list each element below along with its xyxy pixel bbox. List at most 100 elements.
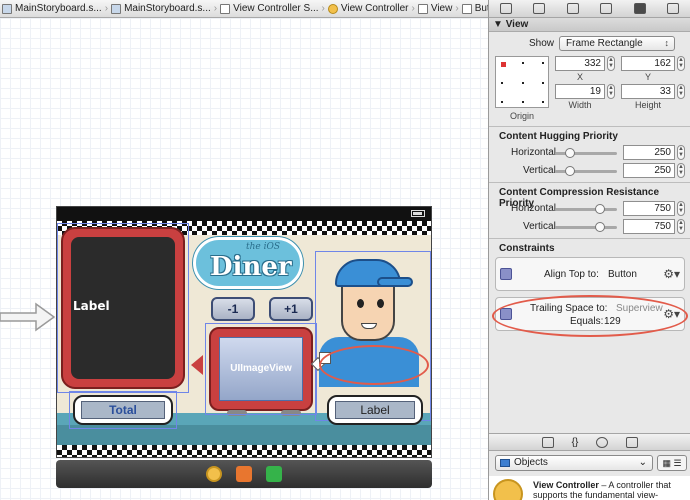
slider-knob[interactable] bbox=[595, 204, 605, 214]
x-stepper[interactable]: ▲ ▼ bbox=[607, 56, 615, 71]
constraint-target: Button bbox=[608, 269, 637, 280]
width-field[interactable]: 19 bbox=[555, 84, 605, 99]
price-label[interactable]: Label bbox=[335, 401, 415, 419]
breadcrumb-storyboard-2[interactable]: MainStoryboard.s... bbox=[109, 3, 213, 14]
view-controller-icon bbox=[327, 3, 338, 14]
inspector-tabs bbox=[489, 0, 690, 18]
hugging-section: Content Hugging Priority Horizontal 250 … bbox=[489, 126, 690, 182]
compression-section: Content Compression Resistance Priority … bbox=[489, 182, 690, 238]
hugging-h-slider[interactable] bbox=[555, 148, 617, 158]
hugging-v-slider[interactable] bbox=[555, 166, 617, 176]
view-controller-icon bbox=[493, 479, 523, 500]
origin-dot bbox=[542, 101, 544, 103]
size-inspector-icon[interactable] bbox=[633, 3, 646, 14]
origin-picker[interactable] bbox=[495, 56, 549, 108]
media-library-icon[interactable] bbox=[626, 436, 639, 448]
status-bar bbox=[57, 207, 431, 221]
constraint-align-top[interactable]: Align Top to: Button ⚙▾ bbox=[495, 257, 685, 291]
compression-v-slider[interactable] bbox=[555, 222, 617, 232]
checker-border-bottom bbox=[57, 445, 431, 457]
plus-one-button[interactable]: +1 bbox=[269, 297, 313, 321]
file-inspector-icon[interactable] bbox=[499, 3, 512, 14]
width-caption: Width bbox=[568, 100, 592, 110]
origin-selected-dot bbox=[501, 62, 506, 67]
breadcrumb-button[interactable]: Button bbox=[460, 3, 488, 14]
breadcrumb-storyboard-1[interactable]: MainStoryboard.s... bbox=[0, 3, 104, 14]
constraints-title: Constraints bbox=[499, 243, 555, 254]
hugging-v-label: Vertical bbox=[523, 165, 556, 176]
storyboard-icon bbox=[2, 3, 12, 14]
breadcrumb-view[interactable]: View bbox=[416, 3, 455, 14]
identity-inspector-icon[interactable] bbox=[566, 3, 579, 14]
compression-v-field[interactable]: 750 bbox=[623, 219, 675, 234]
show-select[interactable]: Frame Rectangle bbox=[559, 36, 675, 51]
library-item-text: View Controller – A controller that supp… bbox=[533, 480, 671, 500]
total-frame-outline bbox=[69, 391, 177, 429]
logo-subtitle: the iOS bbox=[246, 242, 281, 252]
object-library-icon[interactable] bbox=[596, 436, 609, 448]
y-field[interactable]: 162 bbox=[621, 56, 675, 71]
first-responder-icon[interactable] bbox=[236, 466, 252, 482]
highlight-ring bbox=[319, 345, 429, 385]
board-arrow-icon bbox=[191, 355, 203, 375]
minus-one-button[interactable]: -1 bbox=[211, 297, 255, 321]
x-field[interactable]: 332 bbox=[555, 56, 605, 71]
height-stepper[interactable]: ▲ ▼ bbox=[677, 84, 685, 99]
compression-h-label: Horizontal bbox=[511, 203, 557, 214]
y-caption: Y bbox=[644, 72, 651, 82]
slider-knob[interactable] bbox=[565, 166, 575, 176]
height-field[interactable]: 33 bbox=[621, 84, 675, 99]
size-inspector: ▼ View Show Frame Rectangle Origin 332 ▲… bbox=[488, 0, 690, 500]
exit-icon[interactable] bbox=[266, 466, 282, 482]
view-controller-icon[interactable] bbox=[206, 466, 222, 482]
diner-logo: the iOS Diner bbox=[193, 237, 303, 289]
origin-dot bbox=[522, 82, 524, 84]
logo-title: Diner bbox=[210, 252, 292, 282]
view-icon bbox=[417, 3, 428, 14]
highlight-ring bbox=[492, 295, 688, 337]
x-caption: X bbox=[576, 72, 583, 82]
attributes-inspector-icon[interactable] bbox=[600, 3, 613, 14]
price-plate: Label bbox=[327, 395, 423, 425]
breadcrumb-view-controller[interactable]: View Controller bbox=[326, 3, 411, 14]
library-view-toggle[interactable]: ▦ ☰ bbox=[657, 455, 687, 471]
hugging-v-stepper[interactable]: ▲ ▼ bbox=[677, 163, 685, 178]
origin-dot bbox=[501, 82, 503, 84]
y-stepper[interactable]: ▲ ▼ bbox=[677, 56, 685, 71]
width-stepper[interactable]: ▲ ▼ bbox=[607, 84, 615, 99]
button-icon bbox=[461, 3, 472, 14]
scene-icon bbox=[220, 3, 231, 14]
origin-caption: Origin bbox=[509, 111, 534, 121]
file-template-icon[interactable] bbox=[541, 436, 554, 448]
board-frame-outline bbox=[57, 223, 189, 393]
slider-knob[interactable] bbox=[565, 148, 575, 158]
code-snippet-icon[interactable]: {} bbox=[572, 437, 579, 448]
slider-knob[interactable] bbox=[595, 222, 605, 232]
view-section-header[interactable]: ▼ View bbox=[489, 18, 690, 32]
compression-h-slider[interactable] bbox=[555, 204, 617, 214]
origin-dot bbox=[522, 62, 524, 64]
scene-dock bbox=[56, 460, 432, 488]
jump-bar: MainStoryboard.s... › MainStoryboard.s..… bbox=[0, 0, 488, 18]
show-label: Show bbox=[529, 38, 555, 49]
hugging-h-stepper[interactable]: ▲ ▼ bbox=[677, 145, 685, 160]
breadcrumb-scene[interactable]: View Controller S... bbox=[218, 3, 320, 14]
compression-v-stepper[interactable]: ▲ ▼ bbox=[677, 219, 685, 234]
library-tabs: {} bbox=[489, 433, 690, 451]
battery-icon bbox=[411, 210, 425, 217]
view-controller-scene[interactable]: Label the iOS Diner -1 +1 UIImageView To… bbox=[56, 206, 432, 458]
hugging-h-field[interactable]: 250 bbox=[623, 145, 675, 160]
storyboard-canvas[interactable]: Label the iOS Diner -1 +1 UIImageView To… bbox=[0, 18, 488, 500]
gear-icon[interactable]: ⚙▾ bbox=[663, 267, 680, 281]
constraint-icon bbox=[500, 268, 512, 280]
quick-help-icon[interactable] bbox=[533, 3, 546, 14]
compression-h-stepper[interactable]: ▲ ▼ bbox=[677, 201, 685, 216]
library-item[interactable]: View Controller – A controller that supp… bbox=[489, 476, 690, 500]
hugging-v-field[interactable]: 250 bbox=[623, 163, 675, 178]
connections-inspector-icon[interactable] bbox=[667, 3, 680, 14]
origin-dot bbox=[542, 62, 544, 64]
library-filter-select[interactable]: Objects ⌄ bbox=[495, 455, 653, 471]
hugging-title: Content Hugging Priority bbox=[499, 131, 618, 142]
compression-h-field[interactable]: 750 bbox=[623, 201, 675, 216]
constraint-text: Align Top to: bbox=[544, 269, 599, 280]
